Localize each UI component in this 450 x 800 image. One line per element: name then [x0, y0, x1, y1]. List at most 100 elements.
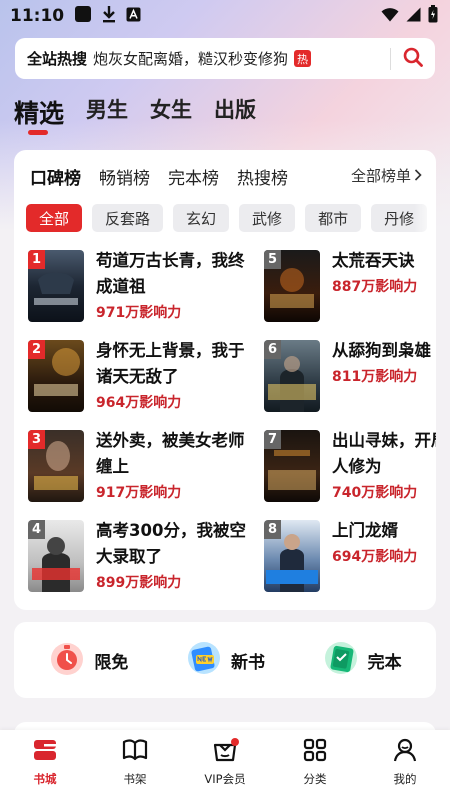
battery-icon [428, 5, 438, 27]
wifi-icon [381, 7, 399, 26]
book-title: 太荒吞天诀 [332, 251, 415, 270]
book-title: 高考300分，我被空大录取了 [96, 521, 246, 566]
book-title: 从舔狗到枭雄 [332, 341, 431, 360]
book-cover: 2 [28, 340, 84, 412]
book-influence: 899万影响力 [96, 575, 182, 591]
book-cover: 7 [264, 430, 320, 502]
rank-badge: 6 [264, 340, 281, 359]
book-influence: 887万影响力 [332, 279, 418, 295]
new-books-label: 新书 [230, 652, 265, 673]
search-divider [390, 47, 391, 70]
app-notification-icon [74, 5, 92, 27]
hot-search-label: 全站热搜 [27, 50, 88, 68]
book-influence: 917万影响力 [96, 485, 182, 501]
tab-completed-rank[interactable]: 完本榜 [168, 164, 219, 189]
nav-label: 书架 [123, 772, 147, 786]
book-cover: 1 [28, 250, 84, 322]
tab-male[interactable]: 男生 [86, 94, 128, 130]
chip-all[interactable]: 全部 [26, 204, 83, 232]
bottom-nav: 书城 书架 VIP会员 分类 我的 [0, 730, 450, 800]
nav-label: VIP会员 [204, 772, 246, 786]
chip-anti-trope[interactable]: 反套路 [92, 204, 164, 232]
book-item[interactable]: 3 送外卖，被美女老师缠上 917万影响力 [28, 430, 245, 502]
book-cover: 6 [264, 340, 320, 412]
nav-label: 书城 [33, 772, 57, 786]
person-icon [391, 736, 419, 768]
tab-hot-search-rank[interactable]: 热搜榜 [237, 164, 288, 189]
nav-category[interactable]: 分类 [275, 736, 355, 787]
new-books-entry[interactable]: 新书 [185, 639, 265, 681]
book-title: 身怀无上背景，我于诸天无敌了 [96, 341, 245, 386]
ranking-card: 口碑榜 畅销榜 完本榜 热搜榜 全部榜单 全部 反套路 玄幻 武修 都市 丹修 … [14, 150, 436, 610]
nav-label: 分类 [303, 772, 327, 786]
book-item[interactable]: 4 高考300分，我被空大录取了 899万影响力 [28, 520, 246, 592]
book-influence: 694万影响力 [332, 549, 418, 565]
rank-badge: 7 [264, 430, 281, 449]
quick-entries: 限免 新书 完本 [14, 622, 436, 698]
tab-publishing[interactable]: 出版 [214, 94, 256, 130]
status-bar: 11:10 [0, 0, 450, 32]
book-cover: 4 [28, 520, 84, 592]
open-book-icon [121, 736, 149, 768]
book-influence: 964万影响力 [96, 395, 182, 411]
free-limited-entry[interactable]: 限免 [48, 639, 128, 681]
search-icon[interactable] [403, 47, 423, 71]
book-item[interactable]: 7 出山寻妹，开局光仙人修为 740万影响力 [264, 430, 436, 502]
book-item[interactable]: 6 从舔狗到枭雄 811万影响力 [264, 340, 436, 412]
rank-badge: 8 [264, 520, 281, 539]
completed-books-label: 完本 [367, 652, 402, 673]
notification-dot [231, 738, 239, 746]
book-cover: 3 [28, 430, 84, 502]
nav-profile[interactable]: 我的 [365, 736, 445, 787]
channel-tabs: 精选 男生 女生 出版 [14, 94, 256, 135]
free-limited-label: 限免 [94, 652, 129, 673]
rank-badge: 3 [28, 430, 45, 449]
chip-urban[interactable]: 都市 [305, 204, 362, 232]
hot-search-query[interactable]: 炮灰女配离婚，糙汉秒变修狗 [93, 48, 288, 69]
book-title: 出山寻妹，开局光仙人修为 [332, 431, 436, 476]
status-time: 11:10 [10, 6, 65, 26]
search-bar[interactable]: 全站热搜 炮灰女配离婚，糙汉秒变修狗 热 [15, 38, 435, 79]
chip-martial[interactable]: 武修 [239, 204, 296, 232]
book-item[interactable]: 1 苟道万古长青，我终成道祖 971万影响力 [28, 250, 245, 322]
all-ranks-link[interactable]: 全部榜单 [351, 165, 422, 186]
book-item[interactable]: 2 身怀无上背景，我于诸天无敌了 964万影响力 [28, 340, 245, 412]
nav-vip[interactable]: VIP会员 [185, 736, 265, 787]
book-influence: 971万影响力 [96, 305, 182, 321]
rank-badge: 1 [28, 250, 45, 269]
chip-fantasy[interactable]: 玄幻 [173, 204, 230, 232]
chevron-right-icon [414, 167, 422, 185]
book-item[interactable]: 5 太荒吞天诀 887万影响力 [264, 250, 436, 322]
font-a-icon [126, 7, 141, 26]
stopwatch-icon [48, 639, 86, 681]
all-ranks-label: 全部榜单 [350, 167, 411, 185]
finished-book-icon [322, 639, 360, 681]
nav-bookshelf[interactable]: 书架 [95, 736, 175, 787]
chip-scroll-fade [414, 200, 436, 236]
hot-badge: 热 [294, 50, 312, 67]
book-title: 苟道万古长青，我终成道祖 [96, 251, 245, 296]
completed-books-entry[interactable]: 完本 [322, 639, 402, 681]
tab-bestseller-rank[interactable]: 畅销榜 [99, 164, 150, 189]
download-icon [101, 5, 117, 27]
nav-label: 我的 [393, 772, 417, 786]
bookstore-icon [31, 736, 59, 768]
book-cover: 8 [264, 520, 320, 592]
rank-badge: 5 [264, 250, 281, 269]
book-cover: 5 [264, 250, 320, 322]
tab-featured[interactable]: 精选 [14, 94, 64, 135]
tab-female[interactable]: 女生 [150, 94, 192, 130]
book-title: 上门龙婿 [332, 521, 398, 540]
book-title: 送外卖，被美女老师缠上 [96, 431, 245, 476]
genre-chips: 全部 反套路 玄幻 武修 都市 丹修 [26, 204, 428, 232]
tab-reputation-rank[interactable]: 口碑榜 [30, 164, 81, 189]
ranking-tabs: 口碑榜 畅销榜 完本榜 热搜榜 [30, 164, 288, 189]
rank-badge: 4 [28, 520, 45, 539]
grid-icon [301, 736, 329, 768]
book-influence: 740万影响力 [332, 485, 418, 501]
rank-badge: 2 [28, 340, 45, 359]
book-item[interactable]: 8 上门龙婿 694万影响力 [264, 520, 436, 592]
nav-bookstore[interactable]: 书城 [5, 736, 85, 787]
cellular-signal-icon [406, 7, 421, 26]
book-influence: 811万影响力 [332, 369, 418, 385]
